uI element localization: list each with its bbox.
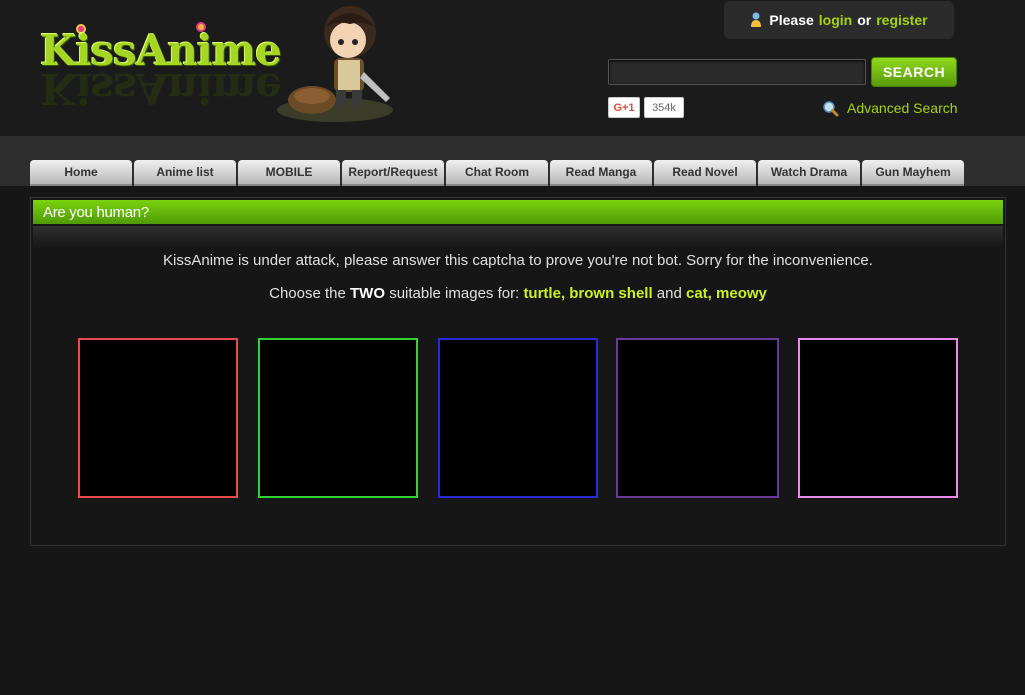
google-plus-button[interactable]: G+1 <box>608 97 640 118</box>
captcha-panel: Are you human? KissAnime is under attack… <box>30 197 1006 546</box>
instruction-count: TWO <box>350 285 386 302</box>
login-prompt: Please <box>769 12 814 28</box>
google-plus-count: 354k <box>644 97 684 118</box>
captcha-image-1[interactable] <box>78 338 238 498</box>
search-input[interactable] <box>608 59 866 85</box>
tab-chat-room[interactable]: Chat Room <box>446 160 548 186</box>
instruction-and: and <box>656 285 682 302</box>
keyword-cat: cat, meowy <box>686 285 767 302</box>
panel-shade <box>33 226 1003 248</box>
tab-anime-list[interactable]: Anime list <box>134 160 236 186</box>
tab-watch-drama[interactable]: Watch Drama <box>758 160 860 186</box>
register-link[interactable]: register <box>876 12 927 28</box>
site-header: KissAnime KissAnime Please login or regi… <box>0 0 1025 136</box>
login-box: Please login or register <box>724 1 954 39</box>
tab-read-manga[interactable]: Read Manga <box>550 160 652 186</box>
tab-gun-mayhem[interactable]: Gun Mayhem <box>862 160 964 186</box>
instruction-prefix: Choose the <box>269 285 346 302</box>
tab-mobile[interactable]: MOBILE <box>238 160 340 186</box>
advanced-search-link[interactable]: Advanced Search <box>822 98 958 118</box>
captcha-image-4[interactable] <box>616 338 779 498</box>
captcha-image-2[interactable] <box>258 338 418 498</box>
tab-report-request[interactable]: Report/Request <box>342 160 444 186</box>
attack-message: KissAnime is under attack, please answer… <box>163 252 873 269</box>
mascot-image <box>277 6 393 122</box>
magnifier-icon <box>823 100 839 116</box>
search-button[interactable]: SEARCH <box>871 57 957 87</box>
instruction-middle: suitable images for: <box>389 285 520 302</box>
login-link[interactable]: login <box>819 12 852 28</box>
captcha-image-5[interactable] <box>798 338 958 498</box>
captcha-instruction: Choose the TWO suitable images for: turt… <box>31 285 1005 302</box>
user-icon <box>750 12 762 28</box>
site-logo[interactable]: KissAnime KissAnime <box>38 20 282 120</box>
keyword-turtle: turtle, brown shell <box>523 285 653 302</box>
login-or: or <box>857 12 872 28</box>
tab-home[interactable]: Home <box>30 160 132 186</box>
captcha-image-3[interactable] <box>438 338 598 498</box>
advanced-search-label: Advanced Search <box>847 100 958 116</box>
logo-reflection: KissAnime <box>40 64 281 113</box>
panel-title: Are you human? <box>33 200 1003 224</box>
tab-read-novel[interactable]: Read Novel <box>654 160 756 186</box>
